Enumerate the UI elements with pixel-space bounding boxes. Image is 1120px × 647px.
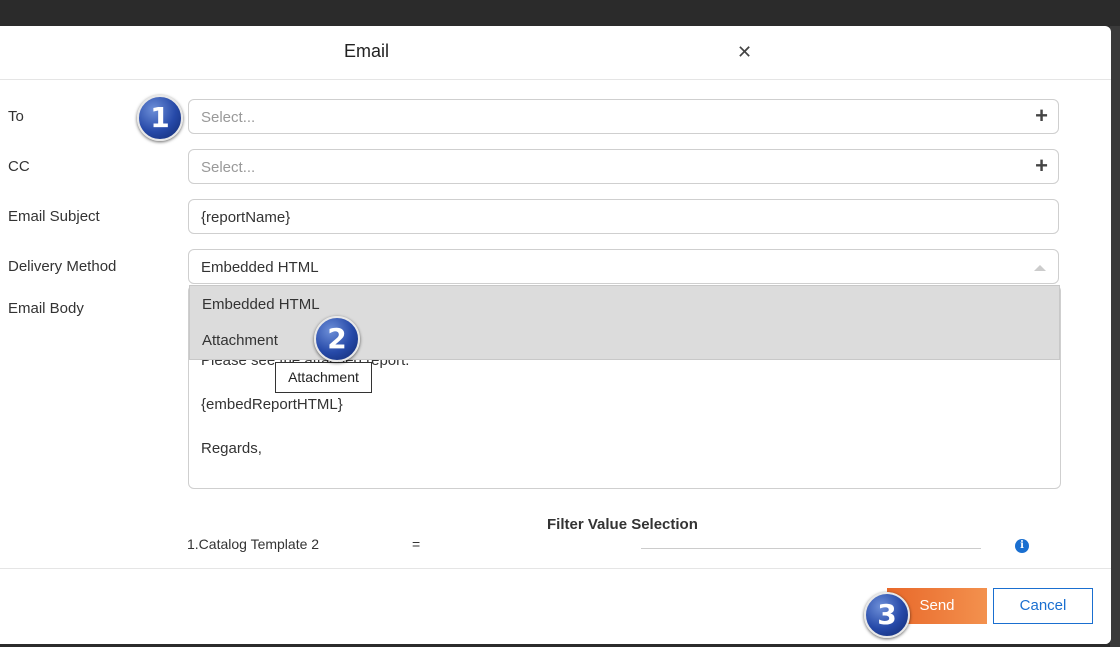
body-line: Regards, — [201, 440, 262, 457]
modal-footer: Send Cancel — [0, 568, 1111, 644]
tooltip: Attachment — [275, 362, 372, 393]
delivery-select[interactable]: Embedded HTML — [188, 249, 1059, 284]
subject-value: {reportName} — [201, 209, 291, 226]
cc-select[interactable]: Select... + — [188, 149, 1059, 184]
subject-input[interactable]: {reportName} — [188, 199, 1059, 234]
cancel-button[interactable]: Cancel — [993, 588, 1093, 624]
filter-row-label: 1.Catalog Template 2 — [187, 536, 320, 552]
body-line: {embedReportHTML} — [201, 396, 343, 413]
caret-up-icon — [1034, 265, 1046, 271]
body-label: Email Body — [8, 300, 84, 317]
delivery-label: Delivery Method — [8, 258, 117, 275]
backdrop — [1110, 26, 1120, 647]
callout-badge-2: 2 — [314, 316, 360, 362]
callout-badge-1: 1 — [137, 95, 183, 141]
filter-operator: = — [412, 536, 421, 552]
to-placeholder: Select... — [201, 109, 256, 126]
to-label: To — [8, 108, 24, 125]
delivery-value: Embedded HTML — [201, 259, 319, 276]
option-embedded-html[interactable]: Embedded HTML — [202, 296, 320, 313]
close-icon[interactable]: ✕ — [737, 43, 755, 61]
subject-label: Email Subject — [8, 208, 100, 225]
add-recipient-icon[interactable]: + — [1035, 105, 1048, 127]
modal-title: Email — [344, 41, 390, 61]
cc-placeholder: Select... — [201, 159, 256, 176]
to-select[interactable]: Select... + — [188, 99, 1059, 134]
option-attachment[interactable]: Attachment — [202, 332, 278, 349]
filter-value-input[interactable] — [641, 548, 981, 549]
callout-badge-3: 3 — [864, 592, 910, 638]
info-icon[interactable]: i — [1015, 539, 1029, 553]
modal-header: Email ✕ — [0, 26, 1111, 80]
cc-label: CC — [8, 158, 30, 175]
filter-title: Filter Value Selection — [547, 516, 698, 533]
add-cc-icon[interactable]: + — [1035, 155, 1048, 177]
